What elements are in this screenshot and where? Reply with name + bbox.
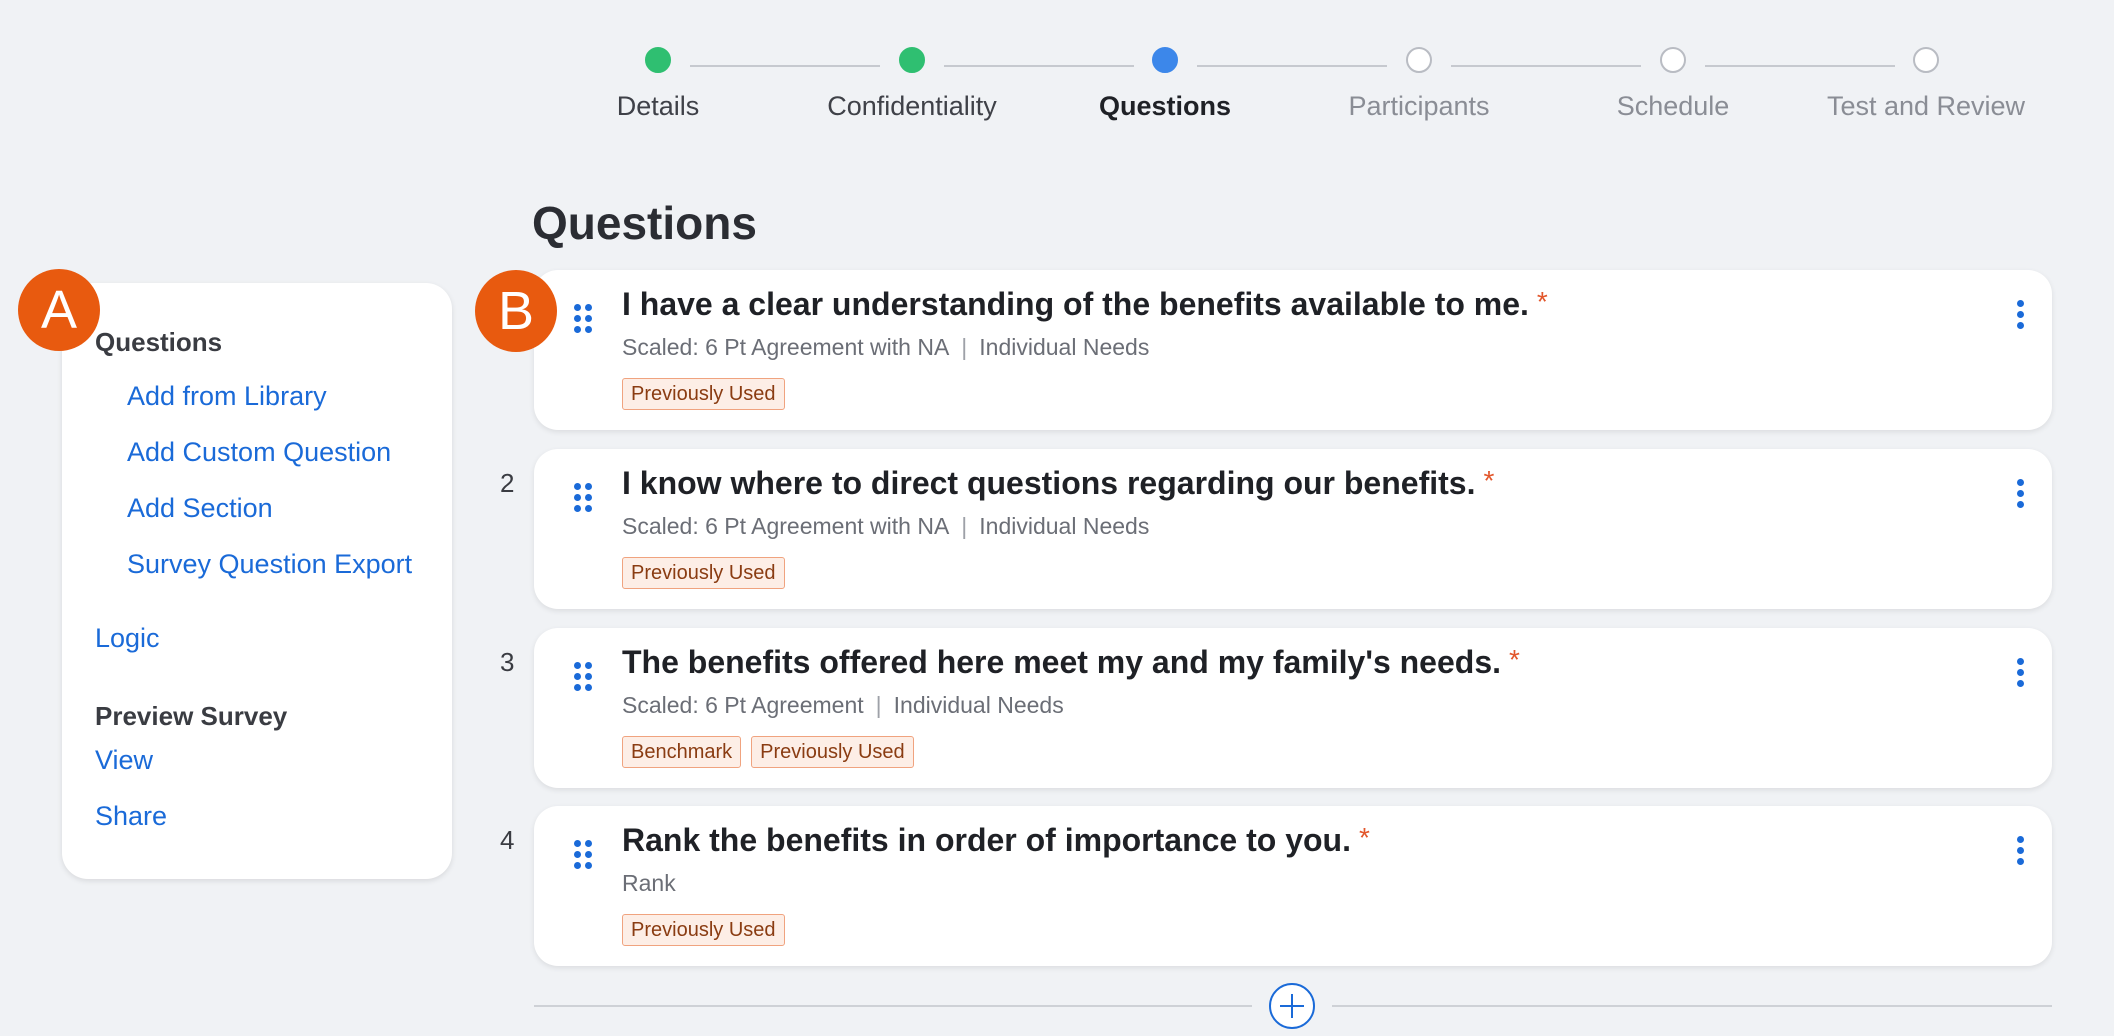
step-label: Questions bbox=[1098, 91, 1232, 121]
step-pending-icon bbox=[1406, 47, 1432, 73]
question-card[interactable]: The benefits offered here meet my and my… bbox=[534, 628, 2052, 788]
question-number: 3 bbox=[500, 647, 515, 677]
question-type: Scaled: 6 Pt Agreement with NA bbox=[622, 334, 950, 360]
kebab-menu-icon[interactable] bbox=[2014, 658, 2026, 688]
required-marker: * bbox=[1358, 822, 1370, 853]
question-card[interactable]: I have a clear understanding of the bene… bbox=[534, 270, 2052, 430]
step-pending-icon bbox=[1913, 47, 1939, 73]
step-schedule[interactable]: Schedule bbox=[1553, 47, 1793, 122]
question-card[interactable]: I know where to direct questions regardi… bbox=[534, 449, 2052, 609]
question-title[interactable]: Rank the benefits in order of importance… bbox=[622, 822, 1370, 859]
callout-badge-b: B bbox=[475, 270, 557, 352]
question-category: Individual Needs bbox=[979, 334, 1150, 360]
step-label: Schedule bbox=[1616, 91, 1730, 121]
step-label: Confidentiality bbox=[827, 91, 997, 121]
question-number: 4 bbox=[500, 825, 515, 855]
tag-previously-used: Previously Used bbox=[622, 914, 785, 946]
tag-previously-used: Previously Used bbox=[751, 736, 914, 768]
question-text: I have a clear understanding of the bene… bbox=[622, 286, 1529, 322]
callout-badge-a: A bbox=[18, 269, 100, 351]
step-details[interactable]: Details bbox=[538, 47, 778, 122]
progress-stepper: Details Confidentiality Questions Partic… bbox=[0, 0, 2114, 140]
question-meta: Rank bbox=[622, 870, 676, 897]
survey-question-export-link[interactable]: Survey Question Export bbox=[127, 549, 412, 580]
question-tags: Previously Used bbox=[622, 914, 785, 946]
step-questions[interactable]: Questions bbox=[1045, 47, 1285, 122]
question-category: Individual Needs bbox=[979, 513, 1150, 539]
question-category: Individual Needs bbox=[893, 692, 1064, 718]
question-type: Rank bbox=[622, 870, 676, 896]
step-complete-icon bbox=[899, 47, 925, 73]
divider-line bbox=[534, 1005, 1252, 1007]
step-current-icon bbox=[1152, 47, 1178, 73]
question-tags: Previously Used bbox=[622, 378, 785, 410]
question-text: The benefits offered here meet my and my… bbox=[622, 644, 1501, 680]
question-title[interactable]: I have a clear understanding of the bene… bbox=[622, 286, 1548, 323]
logic-link[interactable]: Logic bbox=[95, 623, 160, 654]
step-label: Details bbox=[616, 91, 700, 121]
required-marker: * bbox=[1536, 286, 1548, 317]
required-marker: * bbox=[1483, 465, 1495, 496]
question-card[interactable]: Rank the benefits in order of importance… bbox=[534, 806, 2052, 966]
sidebar: Questions Add from Library Add Custom Qu… bbox=[62, 283, 452, 879]
add-custom-question-link[interactable]: Add Custom Question bbox=[127, 437, 391, 468]
step-test-and-review[interactable]: Test and Review bbox=[1806, 47, 2046, 122]
step-confidentiality[interactable]: Confidentiality bbox=[792, 47, 1032, 122]
drag-handle-icon[interactable] bbox=[574, 483, 592, 513]
drag-handle-icon[interactable] bbox=[574, 662, 592, 692]
tag-previously-used: Previously Used bbox=[622, 557, 785, 589]
question-type: Scaled: 6 Pt Agreement bbox=[622, 692, 864, 718]
question-type: Scaled: 6 Pt Agreement with NA bbox=[622, 513, 950, 539]
preview-view-link[interactable]: View bbox=[95, 745, 153, 776]
question-text: I know where to direct questions regardi… bbox=[622, 465, 1476, 501]
meta-separator: | bbox=[875, 692, 882, 718]
kebab-menu-icon[interactable] bbox=[2014, 300, 2026, 330]
step-label: Test and Review bbox=[1826, 91, 2026, 121]
tag-previously-used: Previously Used bbox=[622, 378, 785, 410]
question-text: Rank the benefits in order of importance… bbox=[622, 822, 1351, 858]
divider-line bbox=[1332, 1005, 2052, 1007]
question-title[interactable]: I know where to direct questions regardi… bbox=[622, 465, 1494, 502]
drag-handle-icon[interactable] bbox=[574, 304, 592, 334]
question-tags: Benchmark Previously Used bbox=[622, 736, 914, 768]
step-pending-icon bbox=[1660, 47, 1686, 73]
required-marker: * bbox=[1509, 644, 1520, 675]
meta-separator: | bbox=[961, 513, 968, 539]
meta-separator: | bbox=[961, 334, 968, 360]
question-title[interactable]: The benefits offered here meet my and my… bbox=[622, 644, 1520, 681]
tag-benchmark: Benchmark bbox=[622, 736, 742, 768]
question-tags: Previously Used bbox=[622, 557, 785, 589]
add-section-link[interactable]: Add Section bbox=[127, 493, 273, 524]
plus-circle-icon[interactable] bbox=[1269, 983, 1315, 1029]
step-participants[interactable]: Participants bbox=[1299, 47, 1539, 122]
question-meta: Scaled: 6 Pt Agreement with NA | Individua… bbox=[622, 513, 1149, 540]
preview-share-link[interactable]: Share bbox=[95, 801, 167, 832]
sidebar-heading-questions: Questions bbox=[95, 327, 223, 357]
question-number: 2 bbox=[500, 468, 515, 498]
page-title: Questions bbox=[532, 197, 757, 249]
add-from-library-link[interactable]: Add from Library bbox=[127, 381, 327, 412]
step-label: Participants bbox=[1348, 91, 1490, 121]
question-meta: Scaled: 6 Pt Agreement with NA | Individua… bbox=[622, 334, 1149, 361]
question-meta: Scaled: 6 Pt Agreement | Individual Needs bbox=[622, 692, 1064, 719]
sidebar-heading-preview-survey: Preview Survey bbox=[95, 701, 288, 731]
step-complete-icon bbox=[645, 47, 671, 73]
kebab-menu-icon[interactable] bbox=[2014, 836, 2026, 866]
kebab-menu-icon[interactable] bbox=[2014, 479, 2026, 509]
drag-handle-icon[interactable] bbox=[574, 840, 592, 870]
